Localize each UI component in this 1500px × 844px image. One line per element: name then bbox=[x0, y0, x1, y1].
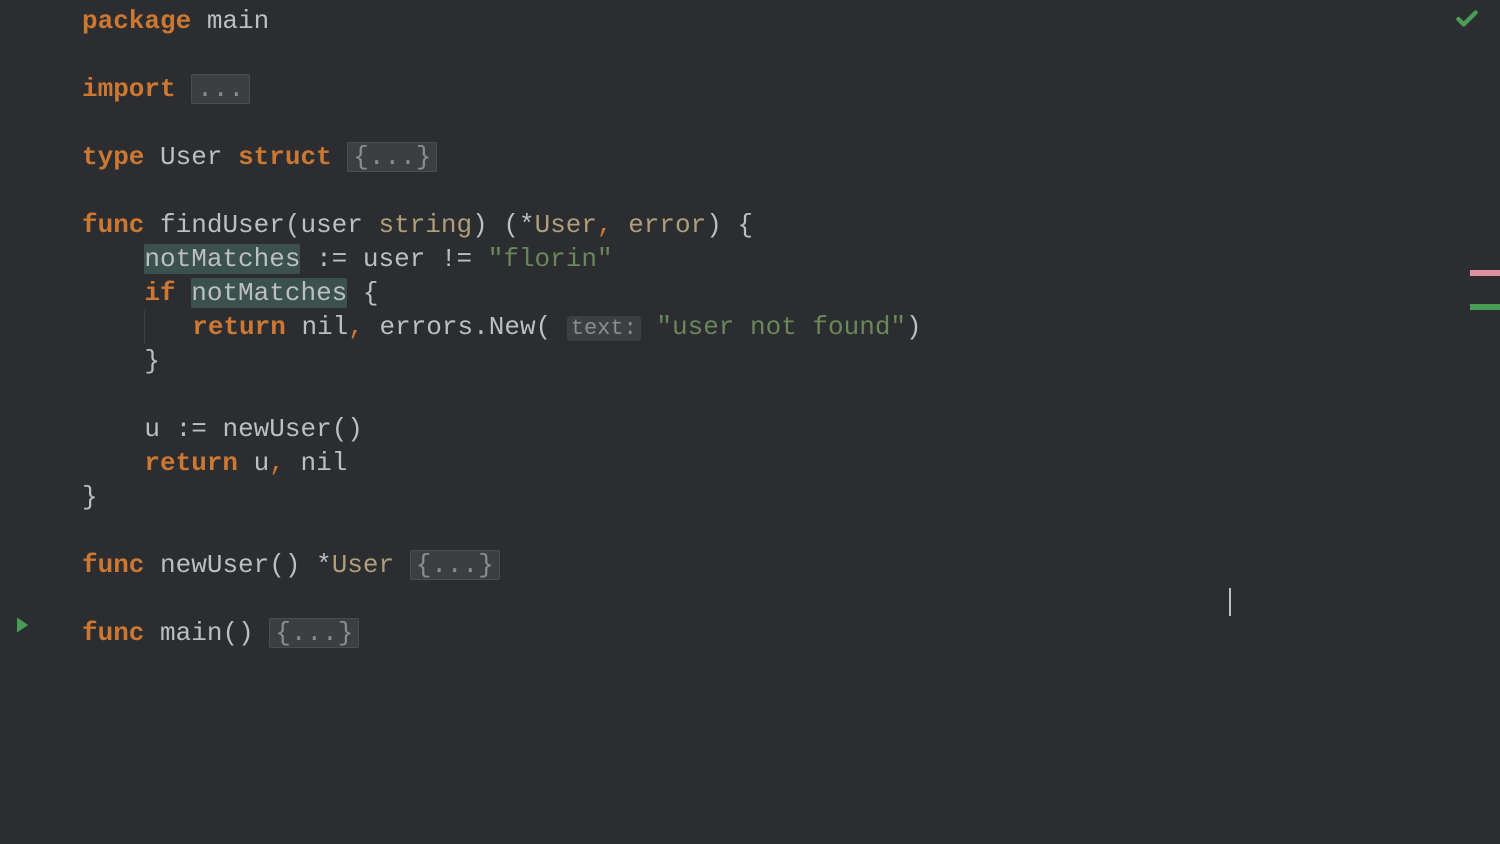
keyword-func: func bbox=[82, 210, 144, 240]
func-name: main bbox=[160, 618, 222, 648]
keyword-return: return bbox=[144, 448, 238, 478]
keyword-package: package bbox=[82, 6, 191, 36]
code-line: type User struct {...} bbox=[82, 140, 1470, 174]
code-line: func newUser() *User {...} bbox=[82, 548, 1470, 582]
fold-ellipsis[interactable]: {...} bbox=[347, 142, 437, 172]
var-notMatches: notMatches bbox=[144, 244, 300, 274]
fold-ellipsis[interactable]: ... bbox=[191, 74, 250, 104]
func-name: newUser bbox=[160, 550, 269, 580]
code-line: func findUser(user string) (*User, error… bbox=[82, 208, 1470, 242]
error-stripe-marker[interactable] bbox=[1470, 270, 1500, 276]
keyword-func: func bbox=[82, 618, 144, 648]
code-line: return u, nil bbox=[82, 446, 1470, 480]
blank-line bbox=[82, 38, 1470, 72]
func-name: findUser bbox=[160, 210, 285, 240]
code-line: u := newUser() bbox=[82, 412, 1470, 446]
identifier-main: main bbox=[207, 6, 269, 36]
var-notMatches: notMatches bbox=[191, 278, 347, 308]
code-line: return nil, errors.New( text: "user not … bbox=[82, 310, 1470, 344]
keyword-if: if bbox=[144, 278, 175, 308]
keyword-func: func bbox=[82, 550, 144, 580]
code-line: package main bbox=[82, 4, 1470, 38]
string-literal: "florin" bbox=[488, 244, 613, 274]
keyword-import: import bbox=[82, 74, 176, 104]
code-line: } bbox=[82, 344, 1470, 378]
code-line: } bbox=[82, 480, 1470, 514]
fold-ellipsis[interactable]: {...} bbox=[269, 618, 359, 648]
blank-line bbox=[82, 174, 1470, 208]
error-stripe-marker[interactable] bbox=[1470, 304, 1500, 310]
blank-line bbox=[82, 514, 1470, 548]
type-name: User bbox=[160, 142, 222, 172]
string-literal: "user not found" bbox=[656, 312, 906, 342]
text-caret bbox=[1229, 588, 1231, 616]
code-line: import ... bbox=[82, 72, 1470, 106]
fold-ellipsis[interactable]: {...} bbox=[410, 550, 500, 580]
keyword-type: type bbox=[82, 142, 144, 172]
inspection-ok-icon[interactable] bbox=[1454, 6, 1480, 40]
keyword-return: return bbox=[192, 312, 286, 342]
parameter-hint: text: bbox=[567, 316, 641, 341]
code-line: notMatches := user != "florin" bbox=[82, 242, 1470, 276]
code-line: func main() {...} bbox=[82, 616, 1470, 650]
blank-line bbox=[82, 582, 1470, 616]
blank-line bbox=[82, 378, 1470, 412]
code-editor[interactable]: package main import ... type User struct… bbox=[82, 4, 1470, 650]
keyword-struct: struct bbox=[238, 142, 332, 172]
blank-line bbox=[82, 106, 1470, 140]
gutter bbox=[0, 0, 78, 844]
code-line: if notMatches { bbox=[82, 276, 1470, 310]
run-gutter-icon[interactable] bbox=[12, 613, 32, 643]
